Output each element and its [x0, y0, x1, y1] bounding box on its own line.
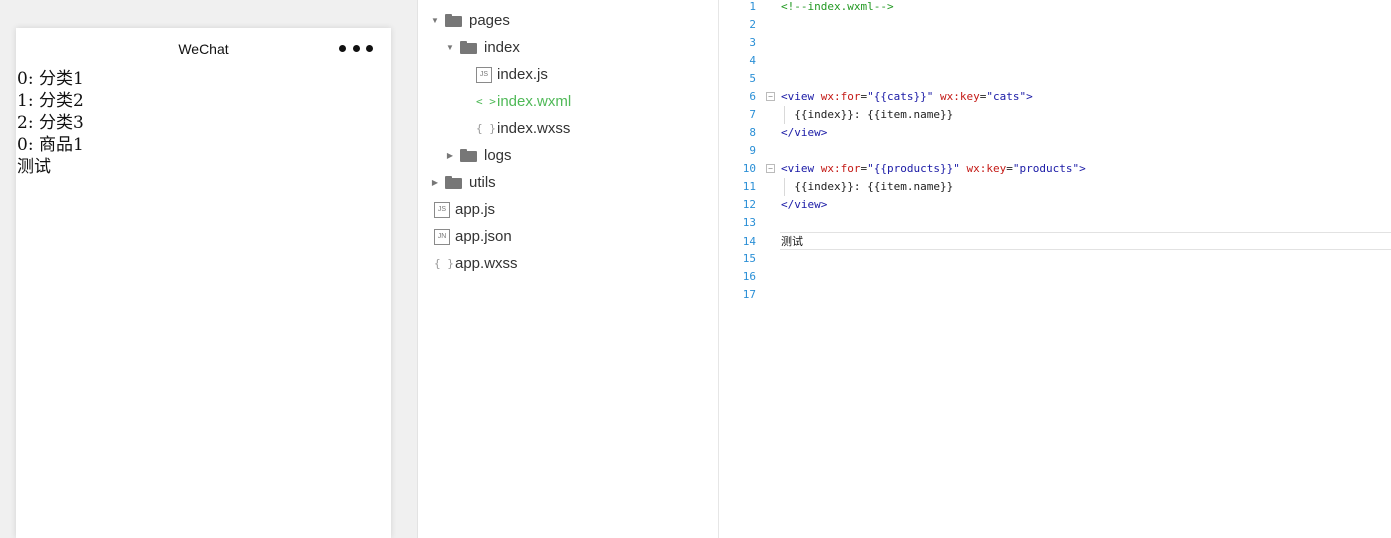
tree-item-pages[interactable]: ▼ pages	[429, 7, 510, 34]
code-line[interactable]: 16	[720, 268, 1391, 286]
tree-item-index-wxml[interactable]: < > index.wxml	[476, 88, 571, 115]
tree-item-index-js[interactable]: JS index.js	[476, 61, 548, 88]
code-text[interactable]: <view wx:for="{{products}}" wx:key="prod…	[781, 160, 1086, 178]
code-text[interactable]: {{index}}: {{item.name}}	[781, 106, 953, 124]
line-number: 10	[742, 162, 756, 175]
code-line[interactable]: 2	[720, 16, 1391, 34]
line-number: 1	[749, 0, 756, 13]
tree-item-label: app.js	[455, 201, 496, 218]
tree-item-app-json[interactable]: JN app.json	[434, 223, 512, 250]
fold-toggle-icon[interactable]: −	[766, 164, 775, 173]
tree-item-app-wxss[interactable]: { } app.wxss	[434, 250, 518, 277]
json-file-icon: JN	[434, 228, 450, 245]
wxss-file-icon: { }	[476, 122, 496, 135]
line-number: 13	[742, 216, 756, 229]
code-text[interactable]: {{index}}: {{item.name}}	[781, 178, 953, 196]
code-line[interactable]: 8 </view>	[720, 124, 1391, 142]
tree-item-label: logs	[484, 147, 512, 164]
code-line[interactable]: 1 <!--index.wxml-->	[720, 0, 1391, 16]
line-number: 14	[742, 235, 756, 248]
file-tree-panel: ▼ pages ▼ index JS index.js < > index.wx…	[419, 0, 719, 538]
code-line[interactable]: 4	[720, 52, 1391, 70]
tree-item-label: index.js	[497, 66, 548, 83]
line-number: 2	[749, 18, 756, 31]
phone-content: 0: 分类1 1: 分类2 2: 分类3 0: 商品1 测试	[16, 68, 391, 178]
tree-item-logs[interactable]: ▶ logs	[444, 142, 512, 169]
code-text[interactable]: <view wx:for="{{cats}}" wx:key="cats">	[781, 88, 1033, 106]
code-line[interactable]: 17	[720, 286, 1391, 304]
collapse-arrow-icon[interactable]: ▶	[429, 178, 441, 187]
line-number: 9	[749, 144, 756, 157]
tree-item-index-wxss[interactable]: { } index.wxss	[476, 115, 570, 142]
code-editor[interactable]: 1 <!--index.wxml--> 2 3 4 5 6 − <view wx…	[720, 0, 1391, 538]
collapse-arrow-icon[interactable]: ▶	[444, 151, 456, 160]
wxml-file-icon: < >	[476, 95, 496, 108]
code-line[interactable]: 10 − <view wx:for="{{products}}" wx:key=…	[720, 160, 1391, 178]
line-number: 7	[749, 108, 756, 121]
code-text[interactable]: <!--index.wxml-->	[781, 0, 894, 16]
line-number: 11	[742, 180, 756, 193]
code-line[interactable]: 5	[720, 70, 1391, 88]
rendered-text-line: 0: 分类1	[17, 69, 84, 89]
code-text[interactable]: </view>	[781, 196, 827, 214]
line-number: 16	[742, 270, 756, 283]
expand-arrow-icon[interactable]: ▼	[444, 43, 456, 52]
folder-open-icon	[460, 41, 477, 54]
tree-item-index-folder[interactable]: ▼ index	[444, 34, 520, 61]
expand-arrow-icon[interactable]: ▼	[429, 16, 441, 25]
line-number: 5	[749, 72, 756, 85]
folder-icon	[460, 149, 477, 162]
js-file-icon: JS	[476, 66, 492, 83]
code-line[interactable]: 13	[720, 214, 1391, 232]
folder-open-icon	[445, 14, 462, 27]
phone-navigation-bar: WeChat	[16, 28, 391, 68]
menu-dot	[366, 44, 373, 52]
phone-title: WeChat	[178, 41, 229, 57]
code-line[interactable]: 9	[720, 142, 1391, 160]
more-menu-icon[interactable]	[339, 40, 373, 56]
line-number: 15	[742, 252, 756, 265]
tree-item-label: app.json	[455, 228, 512, 245]
tree-item-label: utils	[469, 174, 496, 191]
tree-item-label: pages	[469, 12, 510, 29]
folder-icon	[445, 176, 462, 189]
wxss-file-icon: { }	[434, 257, 454, 270]
code-text[interactable]: 测试	[781, 233, 803, 251]
phone-screen: WeChat 0: 分类1 1: 分类2 2: 分类3 0: 商品1 测试	[16, 28, 391, 538]
line-number: 8	[749, 126, 756, 139]
code-text[interactable]: </view>	[781, 124, 827, 142]
rendered-text-line: 0: 商品1	[17, 135, 84, 155]
line-number: 6	[749, 90, 756, 103]
line-number: 12	[742, 198, 756, 211]
code-line[interactable]: 15	[720, 250, 1391, 268]
menu-dot	[339, 44, 346, 52]
line-number: 17	[742, 288, 756, 301]
code-line[interactable]: 7 {{index}}: {{item.name}}	[720, 106, 1391, 124]
js-file-icon: JS	[434, 201, 450, 218]
menu-dot	[352, 44, 360, 52]
code-line[interactable]: 3	[720, 34, 1391, 52]
tree-item-label: index	[484, 39, 520, 56]
line-number: 3	[749, 36, 756, 49]
tree-item-label: index.wxss	[497, 120, 571, 137]
active-code-line[interactable]: 14 测试	[743, 232, 1391, 251]
rendered-text-line: 1: 分类2	[17, 91, 84, 111]
tree-item-label: app.wxss	[455, 255, 518, 272]
code-line[interactable]: 12 </view>	[720, 196, 1391, 214]
fold-toggle-icon[interactable]: −	[766, 92, 775, 101]
code-line[interactable]: 6 − <view wx:for="{{cats}}" wx:key="cats…	[720, 88, 1391, 106]
code-line[interactable]: 11 {{index}}: {{item.name}}	[720, 178, 1391, 196]
line-number: 4	[749, 54, 756, 67]
simulator-panel: WeChat 0: 分类1 1: 分类2 2: 分类3 0: 商品1 测试	[0, 0, 418, 538]
rendered-text-line: 测试	[17, 157, 51, 177]
rendered-text-line: 2: 分类3	[17, 113, 84, 133]
tree-item-app-js[interactable]: JS app.js	[434, 196, 495, 223]
tree-item-utils[interactable]: ▶ utils	[429, 169, 496, 196]
tree-item-label: index.wxml	[497, 93, 572, 110]
